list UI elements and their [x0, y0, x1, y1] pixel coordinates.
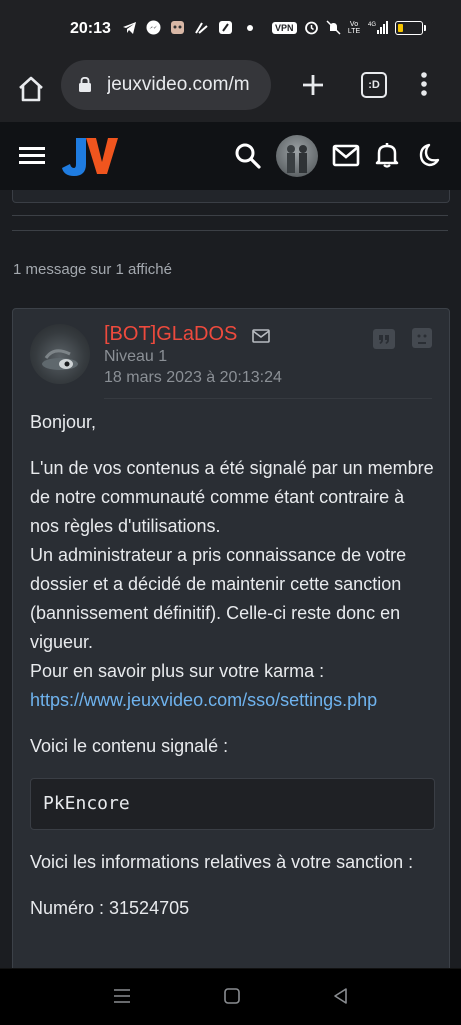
quote-button[interactable] — [373, 329, 395, 349]
hamburger-icon — [19, 147, 45, 164]
envelope-icon — [332, 144, 360, 167]
square-icon — [224, 988, 240, 1004]
reported-intro: Voici le contenu signalé : — [30, 736, 229, 756]
message-card: [BOT]GLaDOS Niveau 1 18 mars 2023 à 20:1… — [12, 308, 450, 968]
back-button[interactable] — [332, 987, 350, 1010]
mute-icon — [325, 20, 341, 35]
browser-toolbar: jeuxvideo.com/m :D — [0, 60, 461, 122]
home-nav-button[interactable] — [223, 987, 241, 1010]
status-time: 20:13 — [70, 20, 111, 37]
messenger-icon — [146, 20, 161, 35]
paragraph-line: Un administrateur a pris connaissance de… — [30, 545, 407, 652]
lock-icon — [79, 77, 91, 92]
karma-link[interactable]: https://www.jeuxvideo.com/sso/settings.p… — [30, 690, 377, 710]
report-button[interactable] — [411, 327, 433, 349]
notification-icons — [122, 20, 257, 35]
vpn-badge: VPN — [272, 21, 297, 34]
url-text[interactable]: jeuxvideo.com/m — [107, 74, 267, 96]
alarm-icon — [304, 20, 319, 35]
system-icons: VPN Vo LTE 4G — [272, 20, 426, 35]
signal-icon: 4G — [368, 20, 388, 35]
author-level: Niveau 1 — [104, 348, 168, 365]
greeting: Bonjour, — [30, 412, 97, 432]
message-count: 1 message sur 1 affiché — [13, 261, 172, 278]
volte-icon: Vo LTE — [347, 20, 361, 35]
system-nav-bar — [0, 968, 461, 1025]
back-triangle-icon — [334, 988, 347, 1004]
send-mp-button[interactable] — [252, 329, 270, 343]
previous-panel-bottom — [12, 190, 450, 203]
plus-icon — [303, 75, 323, 95]
page-content: 1 message sur 1 affiché [BOT]GLaDOS Nive… — [0, 190, 461, 968]
home-button[interactable] — [16, 74, 46, 104]
jv-logo-icon — [62, 138, 118, 176]
reported-content-block: PkEncore — [30, 778, 435, 830]
menu-button[interactable] — [19, 144, 45, 166]
message-body: Bonjour, L'un de vos contenus a été sign… — [30, 408, 435, 940]
site-header — [0, 122, 461, 190]
site-logo[interactable] — [60, 134, 118, 178]
author-avatar[interactable] — [30, 324, 90, 384]
paragraph-line: L'un de vos contenus a été signalé par u… — [30, 458, 434, 536]
divider — [12, 215, 448, 216]
author-name[interactable]: [BOT]GLaDOS — [104, 323, 237, 346]
user-avatar[interactable] — [276, 135, 318, 177]
bell-icon — [375, 143, 399, 168]
address-bar[interactable]: jeuxvideo.com/m — [61, 60, 271, 110]
app-notification-icon — [170, 20, 185, 35]
more-notifications-dot-icon — [242, 20, 257, 35]
telegram-icon — [122, 20, 137, 35]
sanction-intro: Voici les informations relatives à votre… — [30, 852, 414, 872]
paragraph-line: Pour en savoir plus sur votre karma : — [30, 661, 325, 681]
browser-menu-button[interactable] — [414, 70, 434, 100]
home-icon — [19, 76, 43, 102]
message-paragraph: L'un de vos contenus a été signalé par u… — [30, 454, 435, 715]
menu-lines-icon — [114, 989, 130, 1003]
dark-mode-toggle[interactable] — [414, 142, 442, 170]
dj-app-icon — [194, 20, 209, 35]
search-button[interactable] — [234, 142, 262, 170]
svg-text:4G: 4G — [368, 22, 376, 28]
message-date[interactable]: 18 mars 2023 à 20:13:24 — [104, 369, 282, 387]
more-vert-icon — [421, 72, 427, 96]
quote-icon — [379, 335, 389, 344]
new-tab-button[interactable] — [298, 70, 328, 100]
divider — [12, 230, 448, 231]
status-bar: 20:13 VPN Vo LTE 4G — [0, 0, 461, 60]
notifications-button[interactable] — [374, 141, 402, 169]
messages-button[interactable] — [332, 143, 360, 171]
avatar-image — [287, 145, 307, 173]
notes-app-icon — [218, 20, 233, 35]
envelope-icon — [252, 329, 270, 343]
sad-face-icon — [412, 328, 432, 348]
moon-icon — [419, 143, 440, 167]
tab-switcher-button[interactable]: :D — [361, 72, 387, 98]
header-separator — [104, 398, 432, 399]
battery-icon — [394, 20, 426, 35]
search-icon — [235, 143, 261, 169]
avatar-image — [42, 349, 78, 370]
sanction-number: Numéro : 31524705 — [30, 898, 190, 918]
recents-button[interactable] — [113, 987, 131, 1010]
